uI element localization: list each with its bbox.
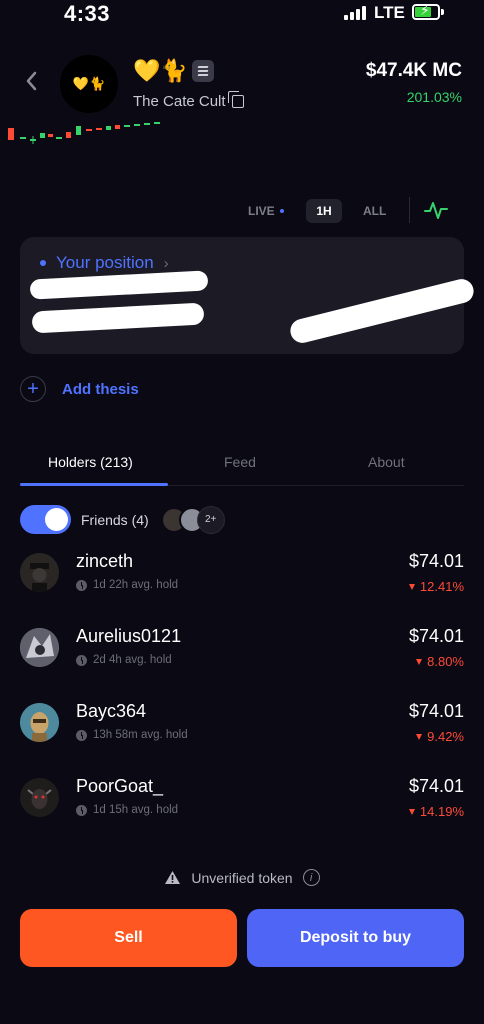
holder-change-value: 14.19% <box>419 804 464 819</box>
holder-value: $74.01 <box>408 626 464 646</box>
holder-row[interactable]: Aurelius0121 2d 4h avg. hold $74.01 8.80… <box>20 626 464 682</box>
holder-value: $74.01 <box>408 776 464 796</box>
price-sparkline <box>8 122 160 144</box>
avatar <box>20 778 59 817</box>
holder-change-value: 8.80% <box>427 654 464 669</box>
token-name-row[interactable]: The Cate Cult <box>133 91 244 110</box>
market-cap: $47.4K MC <box>365 60 462 81</box>
holder-name: Aurelius0121 <box>76 626 182 646</box>
friends-filter: Friends (4) 2+ <box>20 505 225 534</box>
battery-icon: ⚡ <box>412 2 440 20</box>
status-time: 4:33 <box>64 1 111 26</box>
timeframe-live-label: LIVE <box>248 204 275 218</box>
timeframe-1h[interactable]: 1H <box>306 199 342 223</box>
redaction <box>287 276 477 346</box>
token-avatar: 💛🐈 <box>60 55 118 113</box>
unverified-warning: Unverified token i <box>0 869 484 886</box>
plus-icon: + <box>20 376 46 402</box>
clock-icon <box>76 654 87 666</box>
holder-name: zinceth <box>76 551 134 571</box>
tab-holders[interactable]: Holders (213) <box>48 454 133 470</box>
chart-pulse-icon[interactable] <box>424 199 448 221</box>
tab-about[interactable]: About <box>368 454 405 470</box>
clock-icon <box>76 804 87 816</box>
holder-change: 14.19% <box>408 804 464 819</box>
avatar <box>20 703 59 742</box>
holder-name: Bayc364 <box>76 701 147 721</box>
holder-value: $74.01 <box>408 701 464 721</box>
holder-meta: 13h 58m avg. hold <box>76 729 188 741</box>
divider <box>409 197 410 223</box>
clock-icon <box>76 729 87 741</box>
copy-icon[interactable] <box>227 91 244 108</box>
warning-label: Unverified token <box>191 869 293 886</box>
add-thesis-label: Add thesis <box>62 380 139 398</box>
holder-avg-hold: 1d 15h avg. hold <box>93 804 179 816</box>
friends-avatar-stack[interactable]: 2+ <box>160 505 225 534</box>
timeframe-all[interactable]: ALL <box>363 199 386 223</box>
arrow-down-icon <box>416 733 423 740</box>
arrow-down-icon <box>416 658 423 665</box>
holder-avg-hold: 1d 22h avg. hold <box>93 579 179 591</box>
tab-bar: Holders (213) Feed About <box>20 452 464 486</box>
position-header[interactable]: Your position › <box>40 253 169 273</box>
holder-row[interactable]: Bayc364 13h 58m avg. hold $74.01 9.42% <box>20 701 464 757</box>
info-icon[interactable]: i <box>302 869 320 886</box>
sell-button[interactable]: Sell <box>20 909 237 967</box>
avatar <box>20 553 59 592</box>
position-dot-icon <box>40 260 46 266</box>
status-bar: 4:33 LTE ⚡ <box>0 0 484 30</box>
token-avatar-emoji: 💛🐈 <box>72 76 106 91</box>
add-thesis-button[interactable]: + Add thesis <box>20 376 139 402</box>
arrow-down-icon <box>408 808 415 815</box>
redaction <box>31 302 205 334</box>
holder-change: 9.42% <box>416 729 464 744</box>
battery-tip <box>441 9 444 15</box>
friends-toggle[interactable] <box>20 505 71 534</box>
avatar <box>20 628 59 667</box>
holder-meta: 1d 15h avg. hold <box>76 804 178 816</box>
more-friends-badge: 2+ <box>196 505 225 534</box>
position-card[interactable]: Your position › <box>20 237 477 354</box>
back-button[interactable] <box>24 70 46 96</box>
live-dot-icon <box>279 209 284 213</box>
arrow-down-icon <box>408 583 415 590</box>
holder-avg-hold: 2d 4h avg. hold <box>93 654 172 666</box>
redaction <box>29 270 209 300</box>
holder-row[interactable]: PoorGoat_ 1d 15h avg. hold $74.01 14.19% <box>20 776 464 832</box>
holder-change-value: 9.42% <box>427 729 464 744</box>
friends-label: Friends (4) <box>81 511 149 528</box>
holder-change: 8.80% <box>416 654 464 669</box>
holder-meta: 1d 22h avg. hold <box>76 579 178 591</box>
holder-change: 12.41% <box>408 579 464 594</box>
price-change: 201.03% <box>406 89 462 105</box>
chevron-right-icon: › <box>163 254 169 272</box>
holder-name: PoorGoat_ <box>76 776 164 796</box>
warning-icon <box>165 871 181 884</box>
holder-meta: 2d 4h avg. hold <box>76 654 172 666</box>
deposit-to-buy-button[interactable]: Deposit to buy <box>247 909 464 967</box>
holder-row[interactable]: zinceth 1d 22h avg. hold $74.01 12.41% <box>20 551 464 607</box>
token-name: The Cate Cult <box>133 93 226 110</box>
signal-icon <box>344 6 368 20</box>
token-symbol: 💛🐈 <box>133 58 188 83</box>
chevron-left-icon <box>26 71 37 91</box>
position-label: Your position <box>56 253 154 272</box>
holder-change-value: 12.41% <box>419 579 464 594</box>
network-type: LTE <box>374 3 405 22</box>
tab-active-indicator <box>20 483 168 486</box>
timeframe-live[interactable]: LIVE <box>248 199 284 223</box>
holder-value: $74.01 <box>408 551 464 571</box>
clock-icon <box>76 579 87 591</box>
solana-icon <box>192 60 214 82</box>
tab-feed[interactable]: Feed <box>224 454 256 470</box>
holder-avg-hold: 13h 58m avg. hold <box>93 729 188 741</box>
